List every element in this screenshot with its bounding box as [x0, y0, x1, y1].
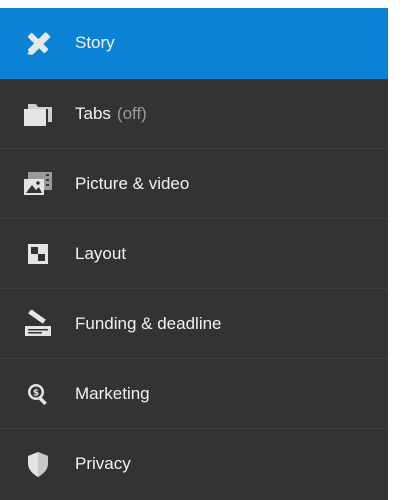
menu-item-label: Picture & video — [75, 173, 190, 193]
menu-item-label: Story — [75, 33, 115, 52]
tabs-status-off: (off) — [116, 103, 147, 123]
menu-item-label: Funding & deadline — [75, 313, 222, 333]
svg-text:$: $ — [33, 388, 39, 398]
signing-pen-icon — [22, 308, 54, 340]
folder-icon — [22, 98, 54, 130]
image-film-icon — [22, 168, 54, 200]
layout-grid-icon — [22, 238, 54, 270]
menu-item-label: Tabs (off) — [75, 104, 147, 124]
menu-item-label: Marketing — [75, 383, 150, 403]
menu-item-picture-video[interactable]: Picture & video — [0, 149, 388, 219]
menu-item-funding-deadline[interactable]: Funding & deadline — [0, 289, 388, 359]
menu-item-label: Layout — [75, 243, 127, 263]
shield-icon — [22, 448, 54, 480]
magnifier-dollar-icon: $ — [22, 378, 54, 410]
settings-menu: Story Tabs (off) Picture & video Layout … — [0, 8, 388, 500]
menu-item-label: Privacy — [75, 454, 131, 473]
menu-item-layout[interactable]: Layout — [0, 219, 388, 289]
menu-item-tabs[interactable]: Tabs (off) — [0, 79, 388, 149]
menu-item-privacy[interactable]: Privacy — [0, 429, 388, 499]
tabs-label-text: Tabs — [75, 103, 111, 123]
pencil-ruler-icon — [22, 27, 54, 59]
menu-item-story[interactable]: Story — [0, 8, 388, 79]
menu-item-marketing[interactable]: $ Marketing — [0, 359, 388, 429]
